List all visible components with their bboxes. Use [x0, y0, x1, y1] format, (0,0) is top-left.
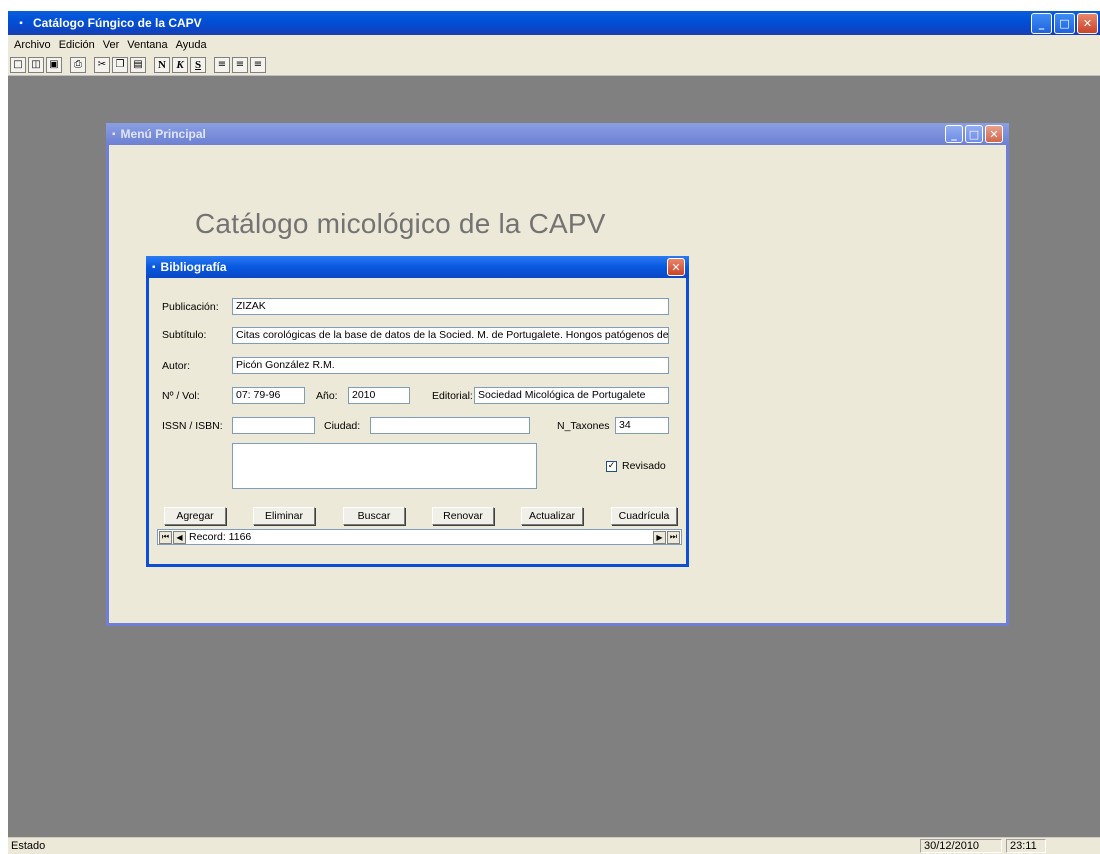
align-center-icon[interactable]: ≡: [232, 56, 248, 73]
subtitulo-label: Subtítulo:: [162, 329, 207, 341]
menu-archivo[interactable]: Archivo: [10, 39, 55, 51]
status-date: 30/12/2010: [920, 839, 1002, 853]
save-icon[interactable]: ▣: [46, 56, 62, 73]
eliminar-button[interactable]: Eliminar: [253, 507, 315, 525]
issn-label: ISSN / ISBN:: [162, 420, 223, 432]
ntaxones-label: N_Taxones: [557, 420, 610, 432]
cuadricula-button[interactable]: Cuadrícula: [611, 507, 677, 525]
align-right-icon[interactable]: ≡: [250, 56, 266, 73]
maximize-button[interactable]: □: [1054, 13, 1075, 34]
window-icon: ▪: [152, 261, 156, 273]
renovar-button[interactable]: Renovar: [432, 507, 494, 525]
status-text: Estado: [11, 840, 46, 852]
menu-bar: Archivo Edición Ver Ventana Ayuda: [8, 35, 1100, 54]
new-document-icon[interactable]: □: [10, 56, 26, 73]
close-button[interactable]: ✕: [1077, 13, 1098, 34]
next-record-icon[interactable]: ▶: [653, 530, 666, 544]
maximize-button[interactable]: □: [965, 125, 983, 143]
nvol-field[interactable]: 07: 79-96: [232, 387, 305, 404]
ciudad-label: Ciudad:: [324, 420, 361, 432]
close-button[interactable]: ✕: [667, 258, 685, 276]
buscar-button[interactable]: Buscar: [343, 507, 405, 525]
minimize-button[interactable]: _: [945, 125, 963, 143]
last-record-icon[interactable]: ⏭: [667, 530, 680, 544]
ntaxones-field[interactable]: 34: [615, 417, 669, 434]
nvol-label: Nº / Vol:: [162, 390, 200, 402]
minimize-button[interactable]: _: [1031, 13, 1052, 34]
bibliography-titlebar[interactable]: ▪ Bibliografía ✕: [146, 256, 689, 278]
menu-edicion[interactable]: Edición: [55, 39, 99, 51]
record-navigator: ⏮ ◀ Record: 1166 ▶ ⏭: [157, 529, 682, 545]
status-time: 23:11: [1006, 839, 1046, 853]
anio-label: Año:: [316, 390, 338, 402]
window-icon: ▪: [112, 128, 116, 140]
notes-field[interactable]: [232, 443, 537, 489]
agregar-button[interactable]: Agregar: [164, 507, 226, 525]
bibliography-dialog: ▪ Bibliografía ✕ Publicación: ZIZAK Subt…: [146, 256, 689, 567]
ciudad-field[interactable]: [370, 417, 530, 434]
main-menu-titlebar[interactable]: ▪ Menú Principal _ □ ✕: [106, 123, 1009, 145]
bold-button[interactable]: N: [154, 56, 170, 73]
issn-field[interactable]: [232, 417, 315, 434]
anio-field[interactable]: 2010: [348, 387, 410, 404]
toolbar: □ ◫ ▣ ⎙ ✂ ❐ ▤ N K S ≡ ≡ ≡: [8, 54, 1100, 76]
subtitulo-field[interactable]: Citas corológicas de la base de datos de…: [232, 327, 669, 344]
actualizar-button[interactable]: Actualizar: [521, 507, 583, 525]
print-icon[interactable]: ⎙: [70, 56, 86, 73]
menu-ver[interactable]: Ver: [99, 39, 124, 51]
app-icon: ▪: [19, 17, 23, 29]
previous-record-icon[interactable]: ◀: [173, 530, 186, 544]
revisado-checkbox[interactable]: ✓ Revisado: [606, 460, 666, 472]
autor-field[interactable]: Picón González R.M.: [232, 357, 669, 374]
check-icon: ✓: [606, 460, 617, 472]
app-title: Catálogo Fúngico de la CAPV: [33, 16, 202, 30]
cut-icon[interactable]: ✂: [94, 56, 110, 73]
italic-button[interactable]: K: [172, 56, 188, 73]
status-bar: Estado 30/12/2010 23:11: [8, 837, 1100, 854]
bibliography-title: Bibliografía: [160, 260, 227, 274]
paste-icon[interactable]: ▤: [130, 56, 146, 73]
record-counter: Record: 1166: [189, 531, 252, 543]
open-folder-icon[interactable]: ◫: [28, 56, 44, 73]
copy-icon[interactable]: ❐: [112, 56, 128, 73]
align-left-icon[interactable]: ≡: [214, 56, 230, 73]
close-button[interactable]: ✕: [985, 125, 1003, 143]
catalog-heading: Catálogo micológico de la CAPV: [195, 208, 606, 239]
underline-button[interactable]: S: [190, 56, 206, 73]
menu-ventana[interactable]: Ventana: [123, 39, 171, 51]
main-menu-title: Menú Principal: [120, 127, 206, 141]
editorial-field[interactable]: Sociedad Micológica de Portugalete: [474, 387, 669, 404]
revisado-label: Revisado: [622, 460, 666, 472]
publicacion-label: Publicación:: [162, 301, 219, 313]
autor-label: Autor:: [162, 360, 191, 372]
menu-ayuda[interactable]: Ayuda: [172, 39, 211, 51]
editorial-label: Editorial:: [432, 390, 473, 402]
first-record-icon[interactable]: ⏮: [159, 530, 172, 544]
app-titlebar[interactable]: ▪ Catálogo Fúngico de la CAPV _ □ ✕: [8, 11, 1100, 35]
publicacion-field[interactable]: ZIZAK: [232, 298, 669, 315]
